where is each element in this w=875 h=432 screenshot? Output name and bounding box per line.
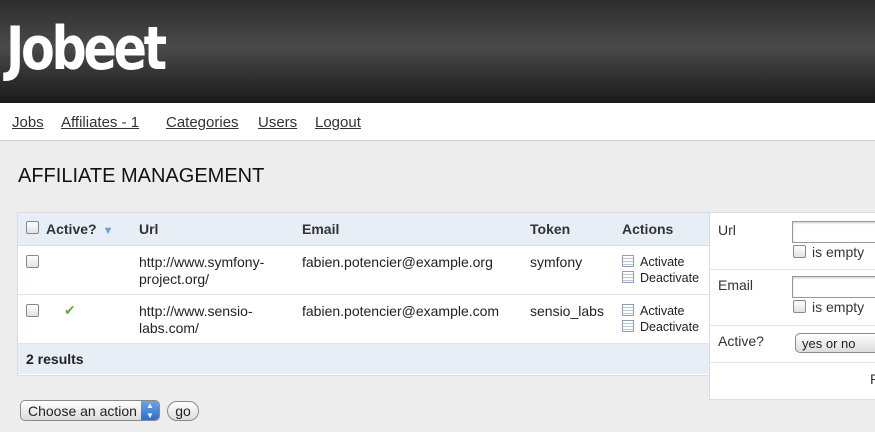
column-header-token: Token (530, 213, 622, 246)
column-header-active[interactable]: Active? ▼ (46, 213, 139, 246)
is-empty-checkbox[interactable] (793, 245, 806, 258)
select-arrows-icon: ▲ ▼ (141, 401, 159, 420)
deactivate-link[interactable]: Deactivate (622, 270, 710, 286)
menu-item-users[interactable]: Users (258, 114, 297, 131)
filter-url-input[interactable] (792, 221, 875, 243)
table-row: ✔ http://www.sensio-labs.com/ fabien.pot… (18, 294, 710, 344)
email-cell: fabien.potencier@example.com (302, 303, 500, 319)
row-checkbox[interactable] (26, 304, 39, 317)
reset-link[interactable]: R (870, 371, 875, 387)
document-icon (622, 255, 634, 267)
affiliate-list: Active? ▼ Url Email Token Actions http://… (17, 212, 711, 376)
site-header: Jobeet (0, 0, 875, 103)
table-row: http://www.symfony-project.org/ fabien.p… (18, 245, 710, 295)
table-footer: 2 results (18, 343, 710, 374)
select-all-checkbox[interactable] (26, 221, 39, 234)
document-icon (622, 320, 634, 332)
active-cell (46, 245, 139, 295)
filter-url-empty[interactable]: is empty (793, 244, 864, 260)
results-count: 2 results (18, 343, 710, 374)
column-header-url: Url (139, 213, 302, 246)
page-title: AFFILIATE MANAGEMENT (18, 165, 265, 187)
filter-panel: Url is empty Email is empty Active? yes … (709, 212, 875, 400)
menu-item-affiliates[interactable]: Affiliates - 1 (61, 114, 139, 131)
jobeet-logo[interactable]: Jobeet (6, 14, 167, 84)
activate-link[interactable]: Activate (622, 303, 710, 319)
document-icon (622, 304, 634, 316)
token-cell: sensio_labs (530, 303, 604, 319)
filter-email-empty[interactable]: is empty (793, 299, 864, 315)
go-button[interactable]: go (167, 401, 199, 421)
column-header-email: Email (302, 213, 530, 246)
filter-email-input[interactable] (792, 276, 875, 298)
filter-active-select[interactable]: yes or no ▲▼ (795, 333, 875, 353)
filter-url-row: Url is empty (710, 213, 875, 270)
main-menu: Jobs Affiliates - 1 Categories Users Log… (0, 103, 875, 141)
email-cell: fabien.potencier@example.org (302, 254, 493, 270)
checkmark-icon: ✔ (64, 302, 76, 318)
token-cell: symfony (530, 254, 583, 270)
menu-item-logout[interactable]: Logout (315, 114, 361, 131)
affiliate-table: Active? ▼ Url Email Token Actions http://… (18, 213, 710, 374)
column-header-actions: Actions (622, 213, 710, 246)
filter-url-label: Url (718, 222, 736, 238)
activate-link[interactable]: Activate (622, 254, 710, 270)
filter-active-label: Active? (718, 333, 764, 349)
filter-email-label: Email (718, 277, 754, 293)
sort-arrow-icon: ▼ (102, 225, 114, 237)
document-icon (622, 271, 634, 283)
active-cell: ✔ (46, 294, 139, 344)
is-empty-checkbox[interactable] (793, 300, 806, 313)
menu-item-jobs[interactable]: Jobs (12, 114, 44, 131)
deactivate-link[interactable]: Deactivate (622, 319, 710, 335)
filter-email-row: Email is empty (710, 269, 875, 326)
table-header-row: Active? ▼ Url Email Token Actions (18, 213, 710, 246)
batch-action-select[interactable]: Choose an action ▲ ▼ (20, 400, 160, 421)
menu-item-categories[interactable]: Categories (166, 114, 239, 131)
url-cell: http://www.symfony-project.org/ (139, 254, 265, 287)
row-checkbox[interactable] (26, 255, 39, 268)
url-cell: http://www.sensio-labs.com/ (139, 303, 253, 336)
